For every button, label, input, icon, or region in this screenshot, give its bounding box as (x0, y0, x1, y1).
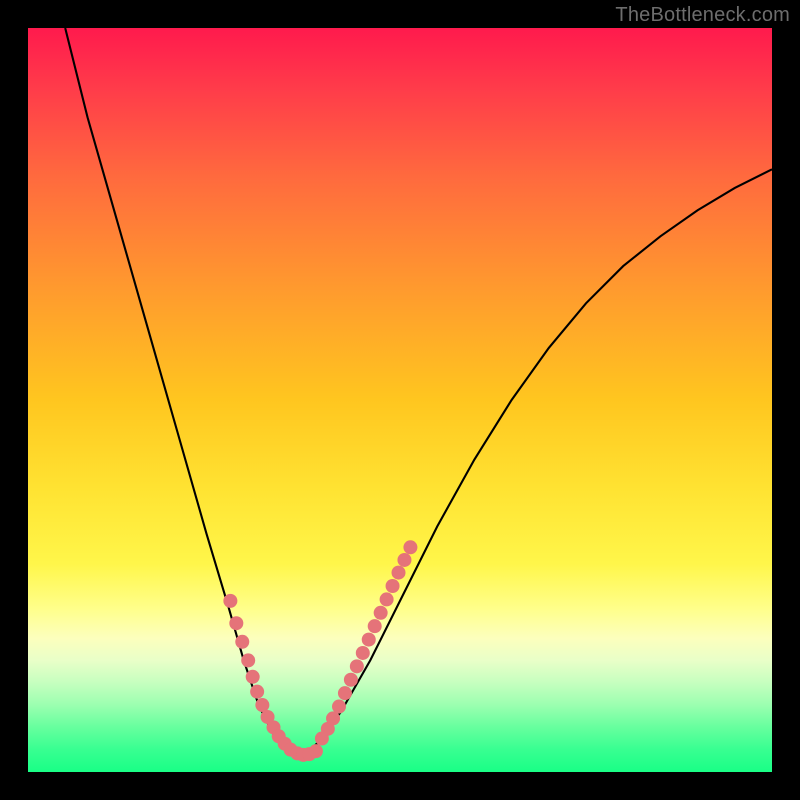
data-point (356, 646, 370, 660)
data-point (223, 594, 237, 608)
data-point (241, 653, 255, 667)
data-point (255, 698, 269, 712)
data-markers (223, 540, 417, 762)
watermark-text: TheBottleneck.com (615, 4, 790, 27)
data-point (362, 633, 376, 647)
data-point (326, 711, 340, 725)
data-point (338, 686, 352, 700)
data-point (386, 579, 400, 593)
data-point (368, 619, 382, 633)
data-point (246, 670, 260, 684)
data-point (350, 659, 364, 673)
chart-frame: TheBottleneck.com (0, 0, 800, 800)
data-point (380, 592, 394, 606)
data-point (397, 553, 411, 567)
data-point (229, 616, 243, 630)
plot-area (28, 28, 772, 772)
data-point (235, 635, 249, 649)
chart-svg (28, 28, 772, 772)
bottleneck-curve (65, 28, 772, 757)
data-point (332, 700, 346, 714)
data-point (344, 673, 358, 687)
data-point (374, 606, 388, 620)
data-point (392, 566, 406, 580)
data-point (403, 540, 417, 554)
data-point (250, 685, 264, 699)
data-point (309, 744, 323, 758)
